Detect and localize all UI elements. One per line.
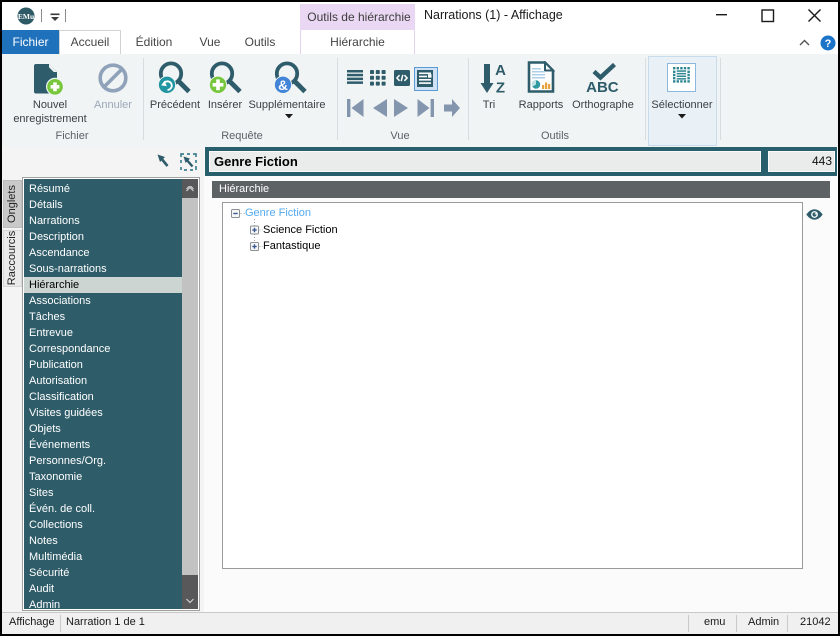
svg-text:A: A: [495, 64, 506, 79]
svg-text:&: &: [278, 78, 288, 93]
svg-text:?: ?: [825, 38, 832, 50]
svg-text:Z: Z: [496, 80, 505, 95]
svg-text:EMu: EMu: [18, 12, 34, 21]
svg-text:ABC: ABC: [586, 79, 619, 95]
